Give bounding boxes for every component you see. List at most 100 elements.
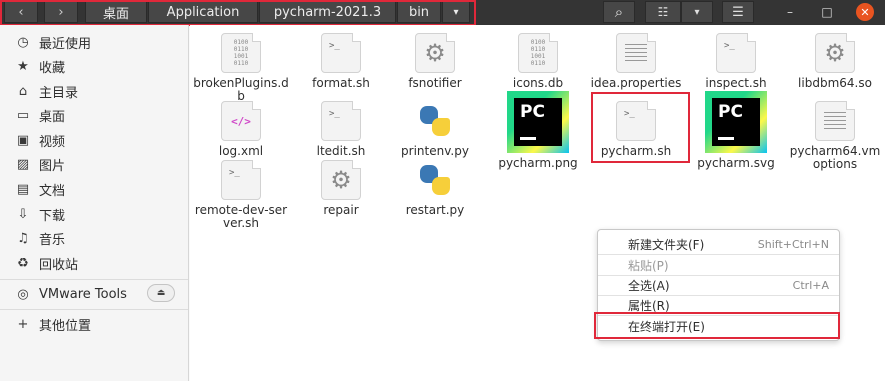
file-item[interactable]: idea.properties [588,33,684,90]
file-name: inspect.sh [705,76,767,90]
video-icon: ▣ [16,132,30,148]
file-item[interactable]: PC pycharm.svg [688,91,784,170]
menu-item-new-folder[interactable]: 新建文件夹(F) Shift+Ctrl+N [598,234,839,254]
executable-icon: ⚙ [415,33,455,73]
music-icon: ♫ [17,230,29,246]
file-name: printenv.py [401,144,469,158]
header-bar: ‹ › 桌面 Application pycharm-2021.3 bin ▾ … [0,0,885,26]
file-name: remote-dev-server.sh [194,203,288,230]
context-menu: 新建文件夹(F) Shift+Ctrl+N 粘贴(P) 全选(A) Ctrl+A 属… [597,229,840,341]
menu-item-label: 在终端打开(E) [628,319,705,334]
sidebar-item-label: 音乐 [39,232,66,248]
sidebar-item-trash[interactable]: ♻ 回收站 [0,251,188,275]
home-icon: ⌂ [18,83,28,99]
chevron-left-icon: ‹ [18,4,24,20]
sidebar-item-label: VMware Tools [39,286,127,302]
sidebar-item-other-locations[interactable]: + 其他位置 [0,312,188,336]
shell-script-icon: >_ [616,101,656,141]
view-options-button[interactable]: ▾ [681,1,713,23]
file-name: pycharm64.vmoptions [789,144,881,171]
file-item[interactable]: printenv.py [387,101,483,158]
hamburger-icon: ☰ [732,4,744,20]
breadcrumb-desktop[interactable]: 桌面 [85,1,147,23]
sidebar-item-label: 下载 [39,208,66,224]
trash-icon: ♻ [17,255,29,271]
forward-button[interactable]: › [44,1,78,23]
sidebar-item-downloads[interactable]: ⇩ 下载 [0,202,188,226]
file-name: ltedit.sh [316,144,366,158]
picture-icon: ▨ [16,156,30,172]
sidebar-item-label: 视频 [39,134,66,150]
maximize-icon: □ [821,5,833,19]
minimize-button[interactable]: – [781,3,799,21]
shell-script-icon: >_ [321,101,361,141]
sidebar-item-videos[interactable]: ▣ 视频 [0,128,188,152]
breadcrumb-application[interactable]: Application [148,1,258,23]
file-item[interactable]: restart.py [387,160,483,217]
list-view-icon: ☷ [657,5,669,19]
file-item[interactable]: ⚙ repair [293,160,389,217]
document-icon: ▤ [16,181,30,197]
shell-script-icon: >_ [221,160,261,200]
sidebar: ◷ 最近使用 ★ 收藏 ⌂ 主目录 ▭ 桌面 ▣ 视频 ▨ 图片 ▤ 文档 ⇩ 下载 ♫ 音乐 ♻… [0,25,189,381]
breadcrumb-pycharm[interactable]: pycharm-2021.3 [259,1,396,23]
sidebar-item-documents[interactable]: ▤ 文档 [0,177,188,201]
file-item[interactable]: >_ format.sh [293,33,389,90]
file-item[interactable]: >_ ltedit.sh [293,101,389,158]
minimize-icon: – [787,5,793,19]
binary-file-icon: 0100 0110 1001 0110 [518,33,558,73]
breadcrumb-menu-button[interactable]: ▾ [442,1,470,23]
shell-script-icon: >_ [321,33,361,73]
download-icon: ⇩ [17,206,29,222]
sidebar-item-desktop[interactable]: ▭ 桌面 [0,103,188,127]
shell-script-icon: >_ [716,33,756,73]
breadcrumb-bin[interactable]: bin [397,1,441,23]
pycharm-logo-icon: PC [705,91,767,153]
chevron-down-icon: ▾ [453,6,459,18]
close-button[interactable]: ✕ [856,3,874,21]
file-item[interactable]: </> log.xml [193,101,289,158]
file-name: repair [323,203,359,217]
executable-icon: ⚙ [321,160,361,200]
search-button[interactable]: ⌕ [603,1,635,23]
menu-item-open-in-terminal[interactable]: 在终端打开(E) [598,316,839,336]
close-icon: ✕ [860,5,870,19]
text-file-icon [815,101,855,141]
file-item[interactable]: >_ remote-dev-server.sh [193,160,289,230]
xml-file-icon: </> [221,101,261,141]
sidebar-item-recent[interactable]: ◷ 最近使用 [0,30,188,54]
maximize-button[interactable]: □ [818,3,836,21]
file-item[interactable]: PC pycharm.png [490,91,586,170]
file-name: icons.db [512,76,564,90]
back-button[interactable]: ‹ [4,1,38,23]
file-item[interactable]: pycharm64.vmoptions [787,101,883,171]
file-item[interactable]: 0100 0110 1001 0110 brokenPlugins.db [193,33,289,103]
file-item[interactable]: ⚙ fsnotifier [387,33,483,90]
plus-icon: + [17,316,29,332]
sidebar-item-home[interactable]: ⌂ 主目录 [0,79,188,103]
sidebar-item-label: 主目录 [39,85,79,101]
sidebar-item-label: 收藏 [39,60,66,76]
python-file-icon [415,101,455,141]
sidebar-item-label: 其他位置 [39,318,92,334]
view-list-button[interactable]: ☷ [645,1,681,23]
file-item[interactable]: >_ inspect.sh [688,33,784,90]
main-menu-button[interactable]: ☰ [722,1,754,23]
file-item[interactable]: 0100 0110 1001 0110 icons.db [490,33,586,90]
menu-item-properties[interactable]: 属性(R) [598,295,839,315]
file-item[interactable]: >_ pycharm.sh [588,101,684,158]
chevron-down-icon: ▾ [694,6,700,18]
file-name: pycharm.sh [600,144,672,158]
menu-item-select-all[interactable]: 全选(A) Ctrl+A [598,275,839,295]
file-item[interactable]: ⚙ libdbm64.so [787,33,883,90]
sidebar-item-starred[interactable]: ★ 收藏 [0,54,188,78]
eject-icon: ⏏ [156,288,166,298]
executable-icon: ⚙ [815,33,855,73]
menu-item-label: 全选(A) [628,278,670,293]
sidebar-item-label: 文档 [39,183,66,199]
eject-button[interactable]: ⏏ [147,284,175,302]
search-icon: ⌕ [614,3,624,21]
sidebar-item-music[interactable]: ♫ 音乐 [0,226,188,250]
sidebar-item-pictures[interactable]: ▨ 图片 [0,152,188,176]
python-file-icon [415,160,455,200]
